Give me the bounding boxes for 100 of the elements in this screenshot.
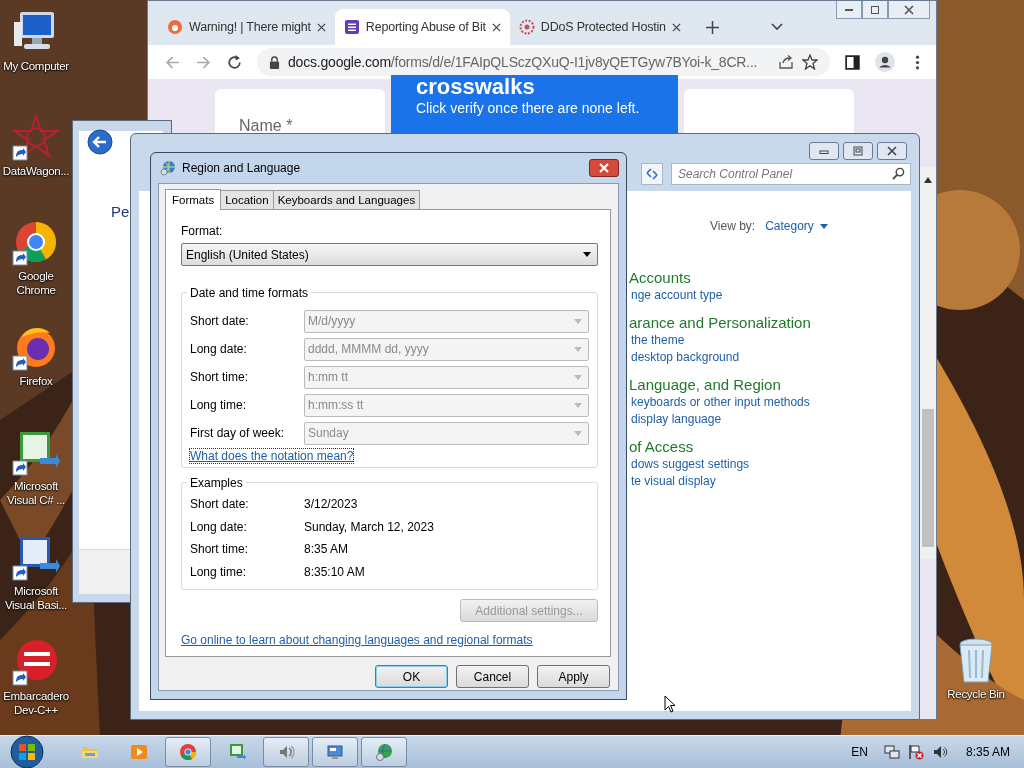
side-panel-icon[interactable] [844, 53, 861, 71]
maximize-icon [870, 4, 880, 15]
lock-icon [269, 55, 280, 69]
play-icon [129, 742, 149, 762]
start-button[interactable] [9, 734, 45, 768]
caret-icon [574, 430, 582, 436]
program-icon[interactable] [12, 638, 60, 686]
caret-icon [574, 318, 582, 324]
view-by-dropdown[interactable]: Category [765, 219, 828, 233]
task-link[interactable]: the theme [629, 332, 811, 349]
flag-icon[interactable] [907, 744, 924, 760]
icon-label[interactable]: Microsoft Visual Basi... [0, 584, 72, 612]
icon-label[interactable]: Recycle Bin [947, 687, 1005, 701]
caret-icon [583, 252, 591, 257]
category-link[interactable]: arance and Personalization [629, 313, 811, 332]
close-icon[interactable] [671, 22, 681, 32]
new-tab-icon[interactable] [705, 20, 719, 34]
star-icon[interactable] [802, 54, 818, 70]
monitor-icon [325, 742, 345, 762]
refresh-button[interactable] [641, 163, 663, 185]
close-icon[interactable] [491, 22, 501, 32]
globe-icon [160, 160, 176, 176]
caret-icon [574, 402, 582, 408]
task-link[interactable]: dows suggest settings [629, 456, 811, 473]
browser-tab[interactable]: Reporting Abuse of Bit [334, 9, 510, 45]
task-link[interactable]: nge account type [629, 287, 811, 304]
format-label: Format: [181, 224, 224, 238]
star-icon[interactable] [12, 113, 60, 161]
category-link[interactable]: of Access [629, 437, 811, 456]
heading-text: Pe [111, 203, 130, 220]
close-button[interactable] [589, 159, 619, 177]
icon-label[interactable]: Firefox [19, 374, 53, 388]
field-label: Short time: [190, 542, 250, 557]
caret-icon [574, 374, 582, 380]
notation-link[interactable]: What does the notation mean? [190, 449, 354, 463]
icon-label[interactable]: Microsoft Visual C# ... [0, 479, 72, 507]
taskbar-button[interactable] [165, 737, 211, 767]
favicon-icon [167, 19, 183, 35]
share-icon[interactable] [778, 54, 794, 70]
reload-icon[interactable] [226, 53, 243, 71]
apply-button[interactable]: Apply [537, 665, 610, 688]
clock[interactable]: 8:35 AM [965, 745, 1010, 759]
restore-icon [852, 146, 864, 156]
dialog-tab[interactable]: Formats [165, 189, 222, 210]
taskbar-button[interactable] [312, 737, 358, 767]
profile-icon[interactable] [875, 52, 895, 72]
close-icon[interactable] [316, 22, 326, 32]
field-label: Long date: [190, 519, 248, 534]
dialog-tab[interactable]: Location [220, 190, 274, 209]
language-indicator[interactable]: EN [851, 745, 868, 759]
help-link[interactable]: Go online to learn about changing languages and regional formats [181, 633, 598, 647]
field-label: Short date: [190, 314, 250, 328]
browser-tab[interactable]: Warning! | There might [158, 9, 335, 45]
search-field[interactable]: Search Control Panel [671, 163, 911, 185]
caret-icon [819, 223, 828, 229]
icon-label[interactable]: Embarcadero Dev-C++ [0, 689, 72, 717]
close-icon [599, 163, 609, 173]
close-icon [886, 146, 898, 156]
scroll-up-icon[interactable] [924, 177, 932, 183]
address-field[interactable]: docs.google.com/forms/d/e/1FAIpQLSczQXuQ-I1jv8yQETGyw7BYoi-k_8CR... [257, 48, 830, 76]
minimize-button[interactable] [836, 1, 862, 19]
group-title: Examples [187, 476, 246, 490]
volume-icon[interactable] [931, 744, 948, 760]
close-button[interactable] [888, 1, 930, 19]
minimize-button[interactable] [809, 142, 839, 160]
field-label: Long time: [190, 398, 248, 412]
minimize-icon [845, 8, 853, 11]
globe-icon [374, 742, 394, 762]
task-link[interactable]: keyboards or other input methods [629, 394, 811, 411]
back-icon[interactable] [87, 129, 113, 155]
cancel-button[interactable]: Cancel [456, 665, 529, 688]
category-link[interactable]: Accounts [629, 268, 811, 287]
taskbar-button[interactable] [263, 737, 309, 767]
field-label: Short date: [190, 497, 250, 512]
maximize-button[interactable] [862, 1, 888, 19]
task-link[interactable]: display language [629, 411, 811, 428]
example-value: Sunday, March 12, 2023 [304, 519, 435, 534]
ok-button[interactable]: OK [375, 665, 448, 688]
window-title: Region and Language [182, 161, 302, 175]
icon-label[interactable]: DataWagon... [2, 164, 70, 178]
scrollbar[interactable] [920, 167, 936, 559]
category-link[interactable]: Language, and Region [629, 375, 811, 394]
browser-tab[interactable]: DDoS Protected Hostin [509, 9, 690, 45]
search-icon [892, 167, 905, 180]
format-dropdown[interactable]: English (United States) [181, 243, 598, 266]
chevron-icon[interactable] [770, 23, 783, 31]
close-icon [904, 4, 914, 15]
task-link[interactable]: desktop background [629, 349, 811, 366]
close-button[interactable] [877, 142, 907, 160]
taskbar-button[interactable] [361, 737, 407, 767]
icon-label[interactable]: Google Chrome [0, 269, 72, 297]
field-label: First day of week: [190, 426, 286, 440]
task-link[interactable]: te visual display [629, 473, 811, 490]
dialog-tab[interactable]: Keyboards and Languages [272, 190, 421, 209]
field-label: Long date: [190, 342, 248, 356]
maximize-button[interactable] [843, 142, 873, 160]
favicon-icon [343, 19, 360, 35]
icon-label[interactable]: My Computer [3, 59, 69, 73]
banner-text: Click verify once there are none left. [416, 99, 641, 117]
network-icon[interactable] [883, 744, 900, 760]
